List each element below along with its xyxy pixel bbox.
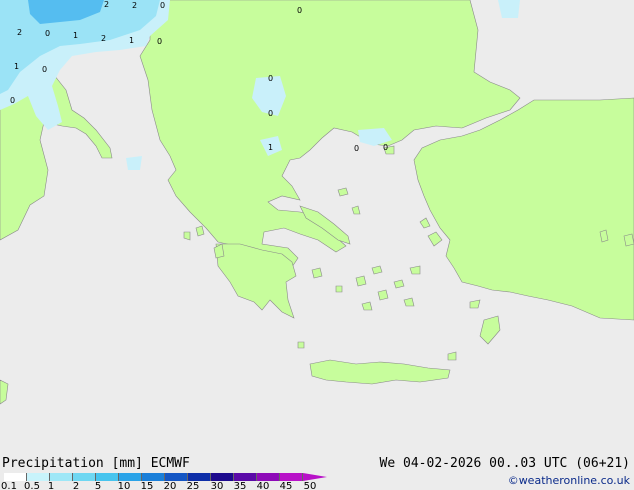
value-label: 1 xyxy=(129,36,134,45)
scale-swatch xyxy=(73,473,96,481)
scale-tick-label: 10 xyxy=(117,481,131,490)
scale-swatch xyxy=(142,473,165,481)
scale-swatch xyxy=(257,473,280,481)
scale-tick-label: 30 xyxy=(210,481,224,490)
scale-swatch xyxy=(234,473,257,481)
value-label: 2 xyxy=(104,0,109,9)
scale-tick-label: 20 xyxy=(163,481,177,490)
forecast-datetime: We 04-02-2026 00..03 UTC (06+21) xyxy=(379,456,630,471)
scale-tick-label: 0.5 xyxy=(24,481,40,490)
scale-tick-label: 25 xyxy=(186,481,200,490)
value-label: 0 xyxy=(268,109,273,118)
scale-swatch xyxy=(280,473,303,481)
scale-swatch xyxy=(188,473,211,481)
scale-swatch xyxy=(119,473,142,481)
scale-tick-label: 35 xyxy=(233,481,247,490)
scale-swatch xyxy=(4,473,27,481)
map-footer: Precipitation [mm] ECMWF We 04-02-2026 0… xyxy=(0,455,634,490)
scale-tick-labels: 0.1 0.5 1 2 5 10 15 20 25 30 35 40 45 50 xyxy=(0,481,340,490)
scale-tick-label: 1 xyxy=(47,481,55,490)
scale-swatch xyxy=(27,473,50,481)
map-title: Precipitation [mm] ECMWF xyxy=(2,456,190,471)
value-label: 0 xyxy=(297,6,302,15)
scale-tick-label: 40 xyxy=(256,481,270,490)
value-label: 0 xyxy=(157,37,162,46)
value-label: 0 xyxy=(383,143,388,152)
value-label: 0 xyxy=(10,96,15,105)
scale-tick-label: 0.1 xyxy=(1,481,17,490)
scale-tick-label: 50 xyxy=(303,481,317,490)
value-label: 0 xyxy=(42,65,47,74)
scale-tick-label: 45 xyxy=(279,481,293,490)
precipitation-color-scale xyxy=(4,473,303,481)
value-label: 2 xyxy=(132,1,137,10)
value-label: 0 xyxy=(268,74,273,83)
value-label: 0 xyxy=(160,1,165,10)
scale-swatch xyxy=(211,473,234,481)
value-label: 2 xyxy=(17,28,22,37)
scale-arrow xyxy=(303,473,327,481)
value-label: 2 xyxy=(101,34,106,43)
credit-link[interactable]: ©weatheronline.co.uk xyxy=(508,474,630,487)
value-label: 1 xyxy=(14,62,19,71)
scale-swatch xyxy=(165,473,188,481)
scale-tick-label: 15 xyxy=(140,481,154,490)
scale-swatch xyxy=(50,473,73,481)
scale-tick-label: 5 xyxy=(94,481,102,490)
scale-swatch xyxy=(96,473,119,481)
value-label: 1 xyxy=(268,143,273,152)
precipitation-map: 2 2 0 0 2 0 1 2 1 0 1 0 0 0 0 1 0 0 xyxy=(0,0,634,455)
value-label: 0 xyxy=(45,29,50,38)
value-label: 0 xyxy=(354,144,359,153)
value-label: 1 xyxy=(73,31,78,40)
scale-tick-label: 2 xyxy=(72,481,80,490)
weather-map-view: 2 2 0 0 2 0 1 2 1 0 1 0 0 0 0 1 0 0 Prec… xyxy=(0,0,634,490)
